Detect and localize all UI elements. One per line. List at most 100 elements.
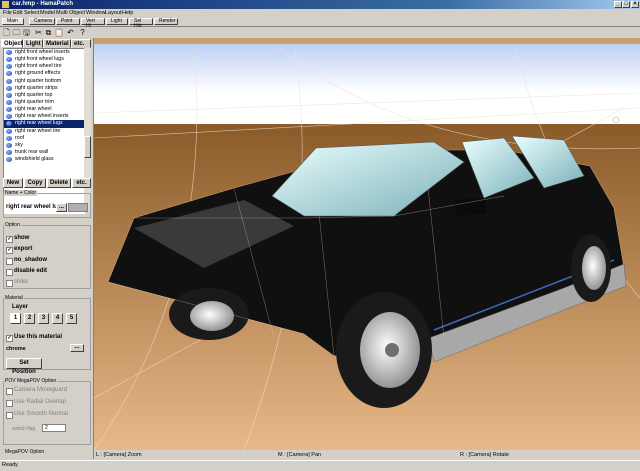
radial-overlap-checkbox[interactable]: Use Radial Overlap — [6, 399, 66, 407]
list-item-label: right ground effects — [15, 70, 61, 77]
object-icon — [6, 128, 12, 134]
object-icon — [6, 57, 12, 63]
no-shadow-checkbox[interactable]: no_shadow — [6, 257, 47, 265]
disable-edit-checkbox[interactable]: disable edit — [6, 268, 48, 276]
pov-title: POV MegaPOV Option — [4, 378, 58, 384]
paste-icon[interactable]: 📋 — [54, 28, 64, 37]
menu-model[interactable]: Model — [40, 10, 55, 16]
use-material-checkbox[interactable]: ✓ Use this material — [6, 334, 62, 342]
list-item-label: right front wheel inserts — [15, 49, 70, 55]
layer-5-button[interactable]: 5 — [66, 313, 77, 324]
menu-bar: File Edit Select Model Multi Object Wind… — [0, 9, 640, 17]
disable-edit-label: disable edit — [14, 268, 48, 274]
menu-select[interactable]: Select — [24, 10, 39, 16]
slider-checkbox[interactable]: slider — [6, 279, 28, 287]
save-icon[interactable]: 🖫 — [22, 28, 31, 37]
3d-viewport[interactable] — [94, 38, 640, 450]
tab-render[interactable]: Render — [154, 18, 178, 25]
material-title: Material — [4, 295, 24, 301]
object-icon — [6, 121, 12, 127]
tab-light[interactable]: Light — [106, 18, 128, 25]
object-icon — [6, 107, 12, 113]
color-swatch[interactable] — [68, 203, 88, 212]
list-item[interactable]: right front wheel inserts — [4, 49, 84, 56]
list-item[interactable]: right quarter top — [4, 92, 84, 99]
list-item[interactable]: windshield glass — [4, 156, 84, 163]
list-item[interactable]: right front wheel tire — [4, 63, 84, 70]
new-button[interactable]: New — [3, 178, 23, 188]
layer-1-button[interactable]: 1 — [10, 313, 21, 324]
cut-icon[interactable]: ✂ — [34, 28, 43, 37]
delete-button[interactable]: Delete — [47, 178, 71, 188]
etc-button[interactable]: etc. — [72, 178, 91, 188]
list-item-label: right quarter bottom — [15, 77, 62, 84]
list-item[interactable]: right rear wheel inserts — [4, 113, 84, 120]
window-title: car.hmp - HamaPatch — [12, 1, 74, 7]
object-icon — [6, 64, 12, 70]
list-item[interactable]: right rear wheel — [4, 106, 84, 113]
undo-icon[interactable]: ↶ — [66, 28, 75, 37]
menu-layout[interactable]: Layout — [105, 10, 122, 16]
list-item[interactable]: roof — [4, 135, 84, 142]
copy-icon[interactable]: ⧉ — [44, 28, 53, 37]
list-item[interactable]: right rear wheel tire — [4, 128, 84, 135]
name-more-button[interactable]: ... — [56, 203, 67, 212]
list-item[interactable]: right quarter strips — [4, 85, 84, 92]
list-item[interactable]: right rear wheel lugs — [4, 120, 84, 128]
help-icon[interactable]: ? — [78, 28, 87, 37]
check-icon: ✓ — [6, 247, 13, 254]
list-item[interactable]: right ground effects — [4, 70, 84, 77]
panel-tab-material[interactable]: Material — [43, 39, 71, 48]
material-more-button[interactable]: ... — [70, 344, 84, 352]
list-item-label: right rear wheel lugs — [15, 120, 63, 127]
list-item[interactable]: right quarter bottom — [4, 78, 84, 85]
show-label: show — [14, 235, 30, 241]
list-item[interactable]: sky — [4, 142, 84, 149]
menu-help[interactable]: Help — [122, 10, 133, 16]
menu-window[interactable]: Window — [86, 10, 106, 16]
list-item[interactable]: trunk rear wall — [4, 149, 84, 156]
right-button-hint: R : [Camera] Rotate — [460, 452, 509, 458]
tab-point[interactable]: Point — [56, 18, 80, 25]
smooth-normal-checkbox[interactable]: Use Smooth Normal — [6, 411, 68, 419]
close-button[interactable]: × — [631, 1, 639, 8]
object-icon — [6, 149, 12, 155]
show-checkbox[interactable]: ✓ show — [6, 235, 30, 243]
copy-button[interactable]: Copy — [24, 178, 46, 188]
mode-tabs: Main Camera Point Vert Hi Light Sel Hdr … — [0, 17, 640, 29]
list-item-label: right rear wheel inserts — [15, 113, 69, 120]
status-text: Ready — [2, 462, 18, 468]
new-file-icon[interactable]: 🗋 — [2, 28, 11, 37]
menu-edit[interactable]: Edit — [13, 10, 22, 16]
tab-vert-hi[interactable]: Vert Hi — [81, 18, 105, 29]
option-title: Option — [4, 222, 21, 228]
tab-sel-hdr[interactable]: Sel Hdr — [129, 18, 153, 29]
export-checkbox[interactable]: ✓ export — [6, 246, 32, 254]
panel-tab-etc[interactable]: etc. — [71, 39, 91, 48]
layer-3-button[interactable]: 3 — [38, 313, 49, 324]
open-folder-icon[interactable]: 🗀 — [12, 28, 21, 37]
scrollbar-thumb[interactable] — [84, 136, 91, 158]
object-icon — [6, 142, 12, 148]
set-position-button[interactable]: Set Position — [6, 358, 42, 375]
layer-2-button[interactable]: 2 — [24, 313, 35, 324]
menu-multi-object[interactable]: Multi Object — [56, 10, 85, 16]
check-icon: ✓ — [6, 236, 13, 243]
app-icon — [2, 1, 9, 8]
panel-tab-object[interactable]: Object — [1, 39, 23, 48]
car-render — [94, 43, 640, 450]
panel-tab-light[interactable]: Light — [23, 39, 43, 48]
camera-moveguard-checkbox[interactable]: Camera Moveguard — [6, 387, 67, 395]
list-item[interactable]: right front wheel lugs — [4, 56, 84, 63]
layer-4-button[interactable]: 4 — [52, 313, 63, 324]
list-item[interactable]: right quarter trim — [4, 99, 84, 106]
object-name-value[interactable]: right rear wheel lu — [6, 204, 58, 210]
object-icon — [6, 99, 12, 105]
material-name: chrome — [6, 346, 26, 352]
maximize-button[interactable]: □ — [622, 1, 630, 8]
tab-main[interactable]: Main — [2, 18, 24, 25]
minimize-button[interactable]: _ — [614, 1, 622, 8]
switch-flag-field[interactable]: 2 — [42, 424, 66, 432]
menu-file[interactable]: File — [3, 10, 12, 16]
tab-camera[interactable]: Camera — [29, 18, 55, 25]
